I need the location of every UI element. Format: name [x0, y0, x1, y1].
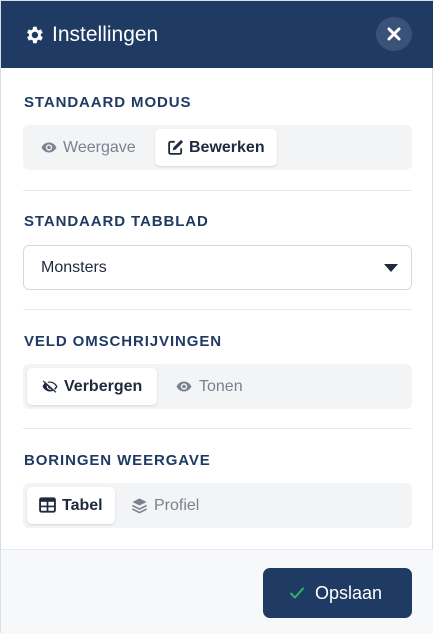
table-icon [39, 497, 56, 513]
boreholes-option-table[interactable]: Tabel [27, 487, 115, 524]
divider [23, 309, 412, 310]
descriptions-option-hide[interactable]: Verbergen [27, 368, 157, 405]
section-title-mode: STANDAARD MODUS [24, 94, 192, 111]
mode-option-edit[interactable]: Bewerken [155, 129, 277, 166]
descriptions-option-show[interactable]: Tonen [159, 368, 259, 405]
descriptions-segmented-control: Verbergen Tonen [23, 364, 412, 409]
eye-icon [41, 142, 57, 153]
close-icon [387, 27, 401, 41]
section-title-boreholes: BORINGEN WEERGAVE [24, 452, 211, 469]
mode-option-edit-label: Bewerken [189, 139, 265, 156]
boreholes-option-profile-label: Profiel [154, 497, 200, 514]
dialog-title: Instellingen [52, 23, 159, 46]
layers-icon [132, 498, 147, 514]
descriptions-option-show-label: Tonen [199, 378, 243, 395]
default-tab-select[interactable]: Monsters [23, 245, 412, 290]
close-button[interactable] [376, 17, 412, 51]
save-button[interactable]: Opslaan [263, 568, 412, 618]
mode-option-view-label: Weergave [63, 139, 136, 156]
gear-icon [27, 26, 43, 44]
section-title-tab: STANDAARD TABBLAD [24, 213, 209, 230]
boreholes-option-profile[interactable]: Profiel [117, 487, 217, 524]
descriptions-option-hide-label: Verbergen [64, 378, 143, 395]
mode-option-view[interactable]: Weergave [27, 129, 153, 166]
dialog-footer: Opslaan [1, 549, 433, 634]
divider [23, 190, 412, 191]
settings-dialog: Instellingen STANDAARD MODUS Weergave Be… [0, 0, 433, 634]
divider [23, 428, 412, 429]
dialog-header: Instellingen [1, 1, 433, 68]
boreholes-option-table-label: Tabel [62, 497, 103, 514]
section-title-descriptions: VELD OMSCHRIJVINGEN [24, 333, 222, 350]
default-tab-value: Monsters [41, 259, 107, 276]
chevron-down-icon [384, 264, 398, 272]
edit-icon [168, 140, 183, 155]
eye-icon [176, 381, 192, 392]
save-button-label: Opslaan [315, 583, 383, 603]
boreholes-segmented-control: Tabel Profiel [23, 483, 412, 528]
eye-slash-icon [42, 380, 58, 393]
check-icon [290, 587, 304, 599]
mode-segmented-control: Weergave Bewerken [23, 125, 412, 170]
